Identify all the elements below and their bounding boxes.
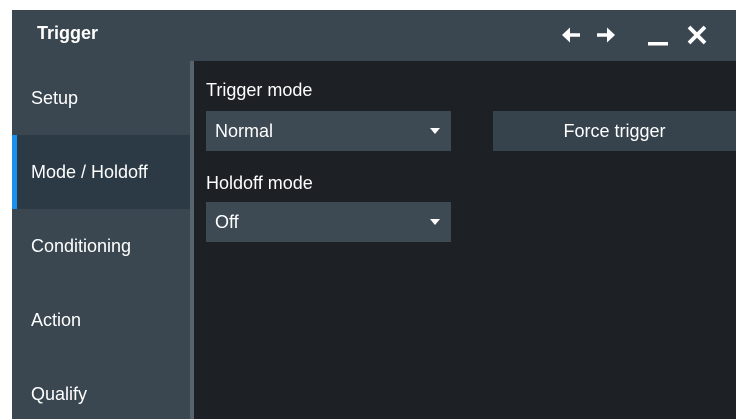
sidebar-item-conditioning[interactable]: Conditioning <box>12 209 190 283</box>
trigger-mode-dropdown[interactable]: Normal <box>206 111 451 151</box>
holdoff-mode-dropdown[interactable]: Off <box>206 202 451 242</box>
sidebar-item-mode-holdoff[interactable]: Mode / Holdoff <box>12 135 190 209</box>
arrow-left-icon[interactable] <box>559 23 583 47</box>
trigger-mode-value: Normal <box>215 121 274 141</box>
dialog-title: Trigger <box>37 23 99 43</box>
holdoff-mode-value: Off <box>215 212 239 232</box>
arrow-right-icon[interactable] <box>594 23 618 47</box>
sidebar-item-setup[interactable]: Setup <box>12 61 190 135</box>
sidebar-item-label: Conditioning <box>31 236 132 256</box>
sidebar-divider <box>190 61 194 419</box>
trigger-mode-label: Trigger mode <box>206 80 313 100</box>
sidebar-item-label: Setup <box>31 88 79 108</box>
force-trigger-label: Force trigger <box>563 121 666 141</box>
sidebar: Setup Mode / Holdoff Conditioning Action… <box>12 61 190 419</box>
sidebar-item-label: Action <box>31 310 82 330</box>
sidebar-item-action[interactable]: Action <box>12 283 190 357</box>
chevron-down-icon <box>430 128 440 134</box>
chevron-down-icon <box>430 219 440 225</box>
sidebar-item-label: Mode / Holdoff <box>31 162 148 182</box>
title-bar: Trigger <box>12 10 736 61</box>
sidebar-item-qualify[interactable]: Qualify <box>12 357 190 419</box>
minimize-icon[interactable] <box>646 23 670 47</box>
sidebar-item-label: Qualify <box>31 384 88 404</box>
force-trigger-button[interactable]: Force trigger <box>493 111 736 151</box>
trigger-dialog: Trigger Setup Mode / Holdoff Conditionin… <box>12 10 736 419</box>
holdoff-mode-label: Holdoff mode <box>206 173 313 193</box>
close-icon[interactable] <box>685 23 709 47</box>
